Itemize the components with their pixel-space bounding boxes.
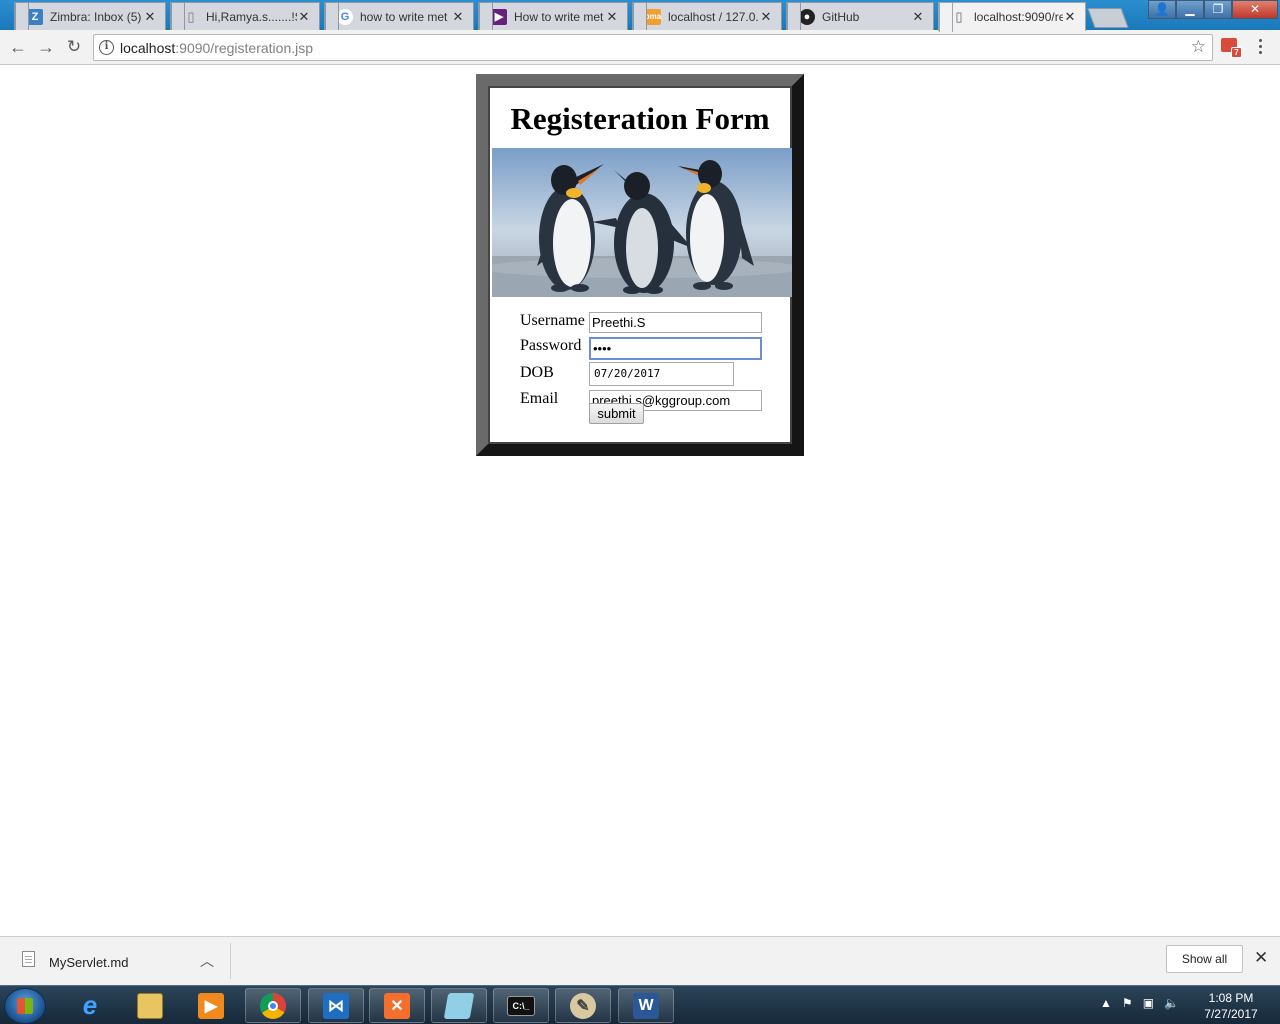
email-label: Email — [520, 390, 559, 407]
vscode-icon: ⋈ — [323, 992, 349, 1019]
divider — [230, 943, 231, 979]
close-window-button[interactable]: ✕ — [1232, 0, 1278, 19]
show-all-button[interactable]: Show all — [1166, 945, 1243, 973]
extension-icon[interactable]: 7 — [1221, 38, 1242, 58]
close-tab-icon[interactable]: ✕ — [451, 9, 465, 25]
volume-icon[interactable]: 🔈 — [1164, 996, 1179, 1010]
taskbar-xampp[interactable]: ✕ — [369, 988, 425, 1023]
taskbar-file-explorer[interactable] — [122, 988, 178, 1023]
site-info-icon[interactable]: i — [99, 40, 114, 55]
taskbar-chrome[interactable] — [245, 988, 301, 1023]
dob-label: DOB — [520, 364, 554, 381]
close-tab-icon[interactable]: ✕ — [605, 9, 619, 25]
password-label: Password — [520, 337, 582, 354]
page-icon: ▯ — [955, 9, 963, 24]
taskbar-paint[interactable]: ✎ — [555, 988, 611, 1023]
command-prompt-icon: C:\_ — [507, 995, 535, 1016]
user-profile-icon[interactable]: 👤 — [1148, 0, 1176, 19]
paint-icon: ✎ — [570, 992, 596, 1019]
reload-icon[interactable]: ↻ — [63, 36, 85, 58]
page-icon: ▯ — [187, 8, 195, 24]
tab-phpmyadmin[interactable]: pma localhost / 127.0. ✕ — [632, 2, 782, 32]
close-tab-icon[interactable]: ✕ — [297, 9, 311, 25]
file-icon[interactable] — [22, 951, 35, 967]
show-hidden-icons[interactable]: ▲ — [1100, 996, 1112, 1010]
tab-title: how to write met — [360, 9, 448, 24]
close-tab-icon[interactable]: ✕ — [143, 9, 157, 25]
taskbar-notepad[interactable] — [431, 988, 487, 1023]
bookmark-star-icon[interactable]: ☆ — [1191, 37, 1206, 57]
visual-studio-icon: ▶ — [491, 8, 507, 25]
tab-title: How to write met — [514, 9, 604, 24]
submit-button[interactable]: submit — [589, 403, 644, 424]
forward-arrow-icon[interactable]: → — [35, 36, 57, 58]
taskbar-internet-explorer[interactable]: e — [62, 988, 118, 1023]
clock[interactable]: 1:08 PM 7/27/2017 — [1196, 990, 1266, 1022]
zimbra-icon: Z — [27, 8, 43, 25]
close-tab-icon[interactable]: ✕ — [911, 9, 925, 25]
close-tab-icon[interactable]: ✕ — [759, 9, 773, 25]
tab-github[interactable]: ● GitHub ✕ — [786, 2, 934, 32]
tab-hi-ramya[interactable]: ▯ Hi,Ramya.s.......!Se ✕ — [170, 2, 320, 32]
system-tray: ▲ ⚑ ▣ 🔈 — [1100, 996, 1179, 1010]
password-input[interactable]: •••• — [589, 337, 762, 360]
clock-time: 1:08 PM — [1208, 991, 1254, 1005]
tab-registration-active[interactable]: ▯ localhost:9090/re ✕ — [938, 2, 1086, 32]
chevron-up-icon[interactable]: ︿ — [200, 951, 214, 971]
downloads-bar: MyServlet.md ︿ Show all ✕ — [0, 936, 1280, 985]
tab-title: localhost:9090/re — [974, 10, 1063, 24]
dob-date-input[interactable]: 07/20/2017 — [589, 362, 734, 386]
close-icon[interactable]: ✕ — [1254, 948, 1268, 968]
registration-form-panel: Registeration Form Username Preethi.S Pa… — [476, 74, 804, 456]
close-tab-icon[interactable]: ✕ — [1063, 9, 1077, 25]
taskbar-media-player[interactable]: ▶ — [183, 988, 239, 1023]
new-tab-button[interactable] — [1087, 8, 1129, 28]
media-player-icon: ▶ — [198, 992, 224, 1019]
registration-form-inner: Registeration Form Username Preethi.S Pa… — [488, 86, 792, 444]
flag-icon[interactable]: ⚑ — [1122, 996, 1133, 1010]
tab-visual-studio[interactable]: ▶ How to write met ✕ — [478, 2, 628, 32]
maximize-button[interactable]: ❐ — [1204, 0, 1232, 19]
address-bar[interactable]: i localhost:9090/registeration.jsp ☆ — [93, 34, 1213, 61]
word-icon: W — [633, 992, 659, 1019]
taskbar-command-prompt[interactable]: C:\_ — [493, 988, 549, 1023]
xampp-icon: ✕ — [384, 992, 410, 1019]
taskbar-word[interactable]: W — [618, 988, 674, 1023]
url-text[interactable]: localhost:9090/registeration.jsp — [120, 40, 313, 56]
start-button[interactable] — [4, 988, 46, 1024]
internet-explorer-icon: e — [82, 990, 98, 1020]
network-icon[interactable]: ▣ — [1143, 996, 1154, 1010]
minimize-button[interactable]: ▁ — [1176, 0, 1204, 19]
github-icon: ● — [799, 8, 815, 25]
browser-menu-icon[interactable] — [1255, 39, 1265, 57]
tab-zimbra[interactable]: Z Zimbra: Inbox (5) ✕ — [14, 2, 166, 32]
chrome-icon — [260, 992, 286, 1019]
username-label: Username — [520, 312, 585, 329]
back-arrow-icon[interactable]: ← — [7, 36, 29, 58]
taskbar-vscode[interactable]: ⋈ — [308, 988, 364, 1023]
penguins-image — [492, 148, 792, 297]
extension-badge: 7 — [1231, 47, 1242, 58]
username-input[interactable]: Preethi.S — [589, 312, 762, 333]
google-icon: G — [337, 8, 353, 25]
window-controls: 👤 ▁ ❐ ✕ — [1148, 0, 1278, 19]
notepad-icon — [443, 992, 475, 1019]
browser-toolbar: ← → ↻ i localhost:9090/registeration.jsp… — [0, 30, 1280, 65]
tab-title: localhost / 127.0. — [668, 9, 759, 24]
form-title: Registeration Form — [510, 101, 770, 136]
tab-google-search[interactable]: G how to write met ✕ — [324, 2, 474, 32]
download-file-name[interactable]: MyServlet.md — [49, 955, 128, 970]
windows-taskbar: e ▶ ⋈ ✕ C:\_ ✎ W ▲ ⚑ ▣ 🔈 1:08 PM 7/27/20… — [0, 985, 1280, 1024]
tab-title: Zimbra: Inbox (5) — [50, 9, 142, 24]
clock-date: 7/27/2017 — [1204, 1007, 1258, 1021]
folder-icon — [137, 992, 163, 1019]
tab-title: Hi,Ramya.s.......!Se — [206, 9, 297, 24]
tab-title: GitHub — [822, 9, 860, 24]
phpmyadmin-icon: pma — [645, 8, 661, 25]
tab-strip: Z Zimbra: Inbox (5) ✕ ▯ Hi,Ramya.s......… — [0, 0, 1280, 32]
